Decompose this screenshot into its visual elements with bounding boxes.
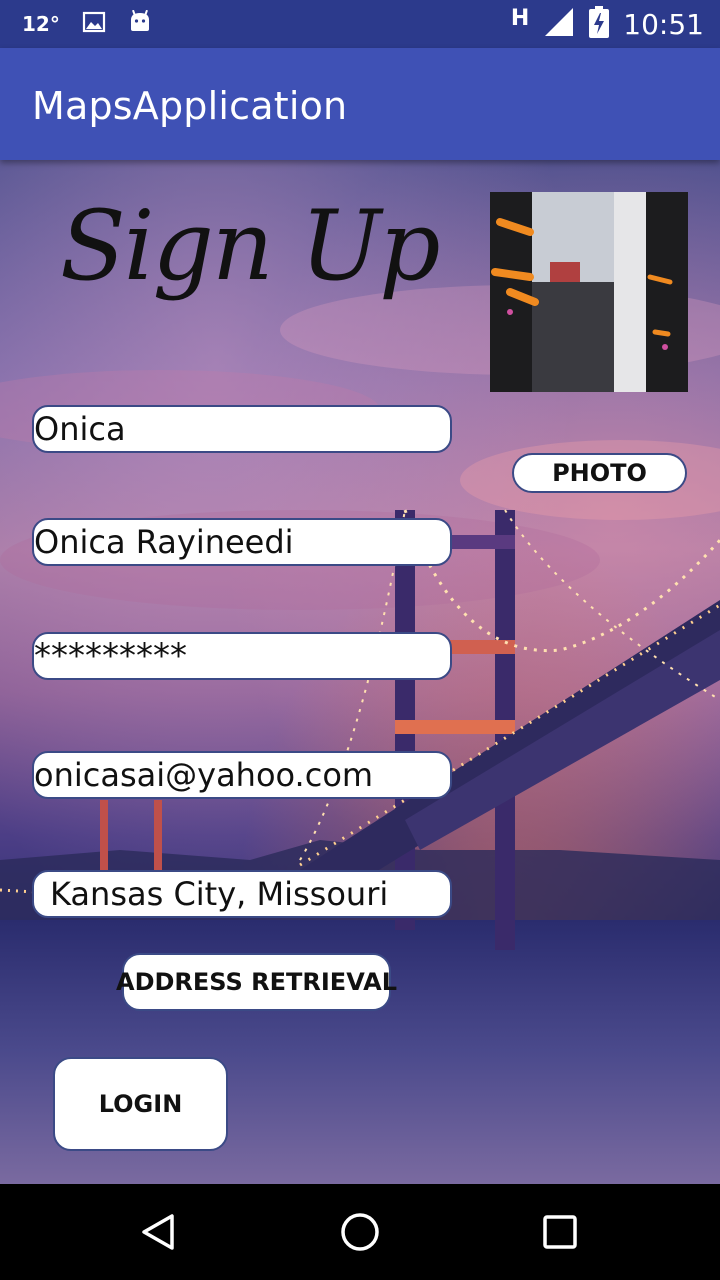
back-icon[interactable]	[136, 1208, 184, 1256]
recents-icon[interactable]	[536, 1208, 584, 1256]
clock-text: 10:51	[623, 7, 704, 41]
status-bar: 12° H 10:51	[0, 0, 720, 48]
battery-charging-icon	[589, 6, 610, 42]
fullname-field[interactable]: Onica Rayineedi	[32, 518, 452, 566]
photo-button[interactable]: PHOTO	[512, 453, 687, 493]
username-field[interactable]: Onica	[32, 405, 452, 453]
gallery-icon	[82, 10, 106, 38]
address-retrieval-button[interactable]: ADDRESS RETRIEVAL	[116, 953, 397, 1011]
signal-icon	[543, 6, 575, 42]
status-left-group: 12°	[22, 9, 152, 38]
network-type-label: H	[510, 5, 530, 31]
login-button[interactable]: LOGIN	[53, 1057, 228, 1151]
navigation-bar	[0, 1184, 720, 1280]
email-field[interactable]: onicasai@yahoo.com	[32, 751, 452, 799]
signup-screen: Sign Up PHOTO Onica Onica Rayineedi ****…	[0, 160, 720, 1184]
home-icon[interactable]	[336, 1208, 384, 1256]
android-icon	[128, 9, 152, 38]
signup-heading: Sign Up	[60, 190, 441, 302]
address-field[interactable]: Kansas City, Missouri	[32, 870, 452, 918]
app-bar: MapsApplication	[0, 48, 720, 160]
temperature-text: 12°	[22, 12, 60, 36]
profile-photo	[490, 192, 688, 392]
password-field[interactable]: *********	[32, 632, 452, 680]
status-right-group: H 10:51	[511, 6, 704, 42]
app-title: MapsApplication	[32, 84, 348, 128]
